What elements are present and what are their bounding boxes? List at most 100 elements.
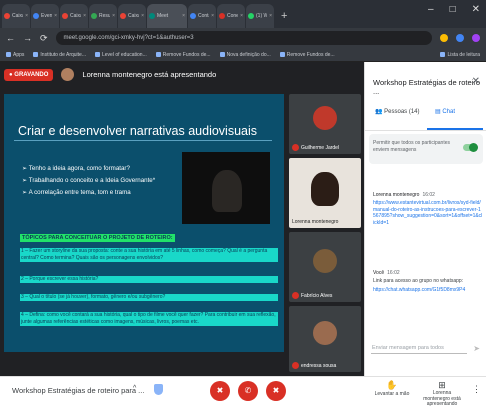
bookmark-item[interactable]: Instituto de Arquite...	[33, 52, 86, 58]
allow-messages-label: Permitir que todos os participantes envi…	[373, 140, 450, 153]
chat-message: Você 16:02 Link para acesso ao grupo no w…	[373, 270, 483, 293]
bookmark-item[interactable]: Remove Fundos de...	[155, 52, 211, 58]
maximize-icon[interactable]: □	[450, 4, 456, 15]
webcam-video	[311, 172, 339, 206]
extension-icon[interactable]	[456, 34, 464, 42]
browser-tab[interactable]: Caixa de×	[118, 4, 146, 28]
avatar	[313, 321, 337, 345]
tab-favicon-icon	[248, 13, 254, 19]
reload-icon[interactable]: ⟳	[40, 33, 48, 44]
bookmark-apps[interactable]: Apps	[6, 52, 24, 58]
tab-favicon-icon	[120, 13, 126, 19]
tab-title: Caixa de	[12, 13, 23, 19]
tab-title: Caixa de	[128, 13, 139, 19]
message-text: Link para acesso ao grupo no whatsapp:	[373, 278, 464, 284]
chat-message: Lorenna montenegro 16:02 https://www.esta…	[373, 192, 483, 226]
minimize-icon[interactable]: –	[428, 4, 434, 15]
tab-close-icon[interactable]: ×	[240, 13, 243, 19]
profile-avatar[interactable]	[472, 34, 480, 42]
tab-title: Caixa de	[70, 13, 81, 19]
meeting-name[interactable]: Workshop Estratégias de roteiro para ...	[12, 386, 144, 395]
bookmark-item[interactable]: Remove Fundos de...	[279, 52, 335, 58]
chevron-up-icon[interactable]: ^	[133, 385, 136, 392]
message-link[interactable]: https://www.estantevirtual.com.br/livros…	[373, 200, 483, 226]
bookmark-item[interactable]: Nova definição do...	[219, 52, 271, 58]
participant-name: Fabrício Alves	[301, 292, 333, 299]
shield-icon[interactable]	[154, 384, 163, 395]
browser-tab-strip: Caixa de×Eventos×Caixa de×Resultado×Caix…	[0, 0, 486, 28]
browser-tab[interactable]: Caixa de×	[60, 4, 88, 28]
tab-close-icon[interactable]: ×	[182, 13, 185, 19]
present-label: Lorenna montenegro está apresentando	[423, 390, 461, 407]
meet-controls-bar: Workshop Estratégias de roteiro para ...…	[0, 376, 486, 407]
tab-close-icon[interactable]: ×	[83, 13, 86, 19]
avatar	[313, 106, 337, 130]
meet-stage: ● GRAVANDO Lorenna montenegro está apres…	[0, 62, 364, 376]
presenter-avatar	[61, 68, 75, 81]
participant-tile[interactable]: Guilherme Jardel	[289, 94, 361, 154]
hang-up-button[interactable]: ✆	[238, 381, 258, 401]
close-icon[interactable]: ✕	[472, 76, 480, 87]
divider	[365, 130, 486, 131]
participant-tile[interactable]: endressa sousa	[289, 306, 361, 372]
raise-hand-button[interactable]: ✋ Levantar a mão	[370, 380, 414, 397]
close-window-icon[interactable]: ✕	[472, 4, 480, 15]
tab-favicon-icon	[149, 13, 155, 19]
presenting-status: Lorenna montenegro está apresentando	[82, 70, 217, 79]
tab-title: Contatos	[198, 13, 209, 19]
hand-icon: ✋	[386, 380, 398, 390]
message-time: 16:02	[422, 192, 435, 198]
tab-close-icon[interactable]: ×	[112, 13, 115, 19]
bookmark-item[interactable]: Level of education...	[95, 52, 147, 58]
browser-tab[interactable]: (1) WhatsA×	[246, 4, 274, 28]
bookmark-icon	[155, 52, 161, 57]
message-link[interactable]: https://chat.whatsapp.com/G1f5D8mx9P4	[373, 287, 483, 294]
tab-close-icon[interactable]: ×	[25, 13, 28, 19]
tab-people[interactable]: 👥 Pessoas (14)	[375, 108, 420, 115]
tab-close-icon[interactable]: ×	[211, 13, 214, 19]
mic-off-icon	[292, 292, 299, 299]
topic-item: 4 – Defina: como você contará a sua hist…	[20, 312, 278, 326]
more-options-icon[interactable]: ⋮	[472, 384, 481, 395]
slide-title: Criar e desenvolver narrativas audiovisu…	[18, 124, 258, 138]
allow-messages-toggle[interactable]	[463, 143, 478, 152]
forward-icon[interactable]: →	[23, 33, 32, 43]
side-panel: Workshop Estratégias de roteiro ... ✕ 👥 …	[364, 62, 486, 376]
present-button[interactable]: ⊞ Lorenna montenegro está apresentando	[420, 380, 464, 408]
back-icon[interactable]: ←	[6, 33, 15, 43]
tab-close-icon[interactable]: ×	[141, 13, 144, 19]
tab-close-icon[interactable]: ×	[269, 13, 272, 19]
panel-title: Workshop Estratégias de roteiro ...	[373, 78, 480, 96]
topic-item: 2 – Porque escrever essa história?	[20, 276, 278, 283]
participant-tile[interactable]: Lorenna montenegro	[289, 158, 361, 228]
camera-toggle-button[interactable]: ✖	[266, 381, 286, 401]
tab-title: Resultado	[99, 13, 111, 19]
extension-icon[interactable]	[440, 34, 448, 42]
tab-close-icon[interactable]: ×	[54, 13, 57, 19]
mic-toggle-button[interactable]: ✖	[210, 381, 230, 401]
bookmark-icon	[33, 52, 39, 57]
new-tab-button[interactable]: +	[281, 4, 287, 28]
reading-list[interactable]: Lista de leitura	[440, 52, 480, 58]
browser-tab[interactable]: Conexão×	[217, 4, 245, 28]
chat-input[interactable]: Enviar mensagem para todos	[371, 342, 467, 354]
browser-tab[interactable]: Eventos×	[31, 4, 59, 28]
participant-tile[interactable]: Fabrício Alves	[289, 232, 361, 302]
participant-name: endressa sousa	[301, 362, 337, 369]
topics-heading: TÓPICOS PARA CONCEITUAR O PROJETO DE ROT…	[20, 234, 175, 242]
bookmark-icon	[279, 52, 285, 57]
browser-tab[interactable]: Resultado×	[89, 4, 117, 28]
browser-tab[interactable]: Contatos×	[188, 4, 216, 28]
tab-title: Meet	[157, 13, 169, 19]
message-author: Lorenna montenegro	[373, 192, 420, 198]
browser-tab[interactable]: Caixa de×	[2, 4, 30, 28]
address-bar[interactable]: meet.google.com/gci-xmky-hvj?ct=1&authus…	[55, 31, 432, 45]
send-icon[interactable]: ➤	[473, 344, 480, 353]
slide-bullet: Trabalhando o conceito e a Ideia Governa…	[22, 177, 155, 184]
slide-divider	[14, 140, 272, 141]
tab-favicon-icon	[91, 13, 97, 19]
tab-title: Eventos	[41, 13, 53, 19]
tab-chat[interactable]: ▤ Chat	[435, 108, 455, 115]
browser-tab[interactable]: Meet ×	[147, 4, 187, 28]
message-time: 16:02	[387, 270, 400, 276]
